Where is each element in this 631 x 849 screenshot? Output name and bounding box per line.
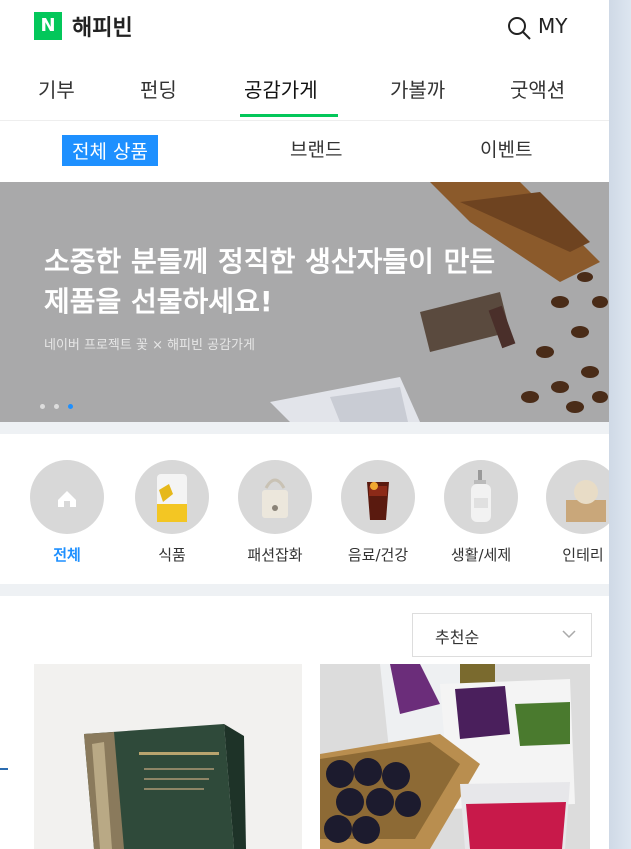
section-divider [0, 584, 609, 596]
tab-goodaction[interactable]: 굿액션 [510, 74, 565, 103]
tab-visit[interactable]: 가볼까 [390, 74, 445, 103]
subtab-all-products[interactable]: 전체 상품 [62, 135, 158, 166]
left-edge-marker [0, 768, 8, 770]
app-screen: N 해피빈 MY 기부 펀딩 공감가게 가볼까 굿액션 전체 상품 브랜드 이벤… [0, 0, 609, 849]
drink-icon [341, 460, 415, 534]
banner-subtext: 네이버 프로젝트 꽃 × 해피빈 공감가게 [44, 338, 255, 353]
app-title[interactable]: 해피빈 [72, 10, 133, 42]
sub-tabs: 전체 상품 브랜드 이벤트 [0, 121, 609, 181]
category-food[interactable]: 식품 [127, 460, 217, 565]
bag-icon [238, 460, 312, 534]
home-icon [30, 460, 104, 534]
category-label: 음료/건강 [347, 546, 409, 564]
sort-selected: 추천순 [435, 628, 480, 647]
product-image-gift-box [34, 664, 302, 849]
product-image-grape-juice [320, 664, 590, 849]
detergent-icon [444, 460, 518, 534]
food-icon [135, 460, 209, 534]
section-divider [0, 422, 609, 434]
active-tab-indicator [240, 114, 338, 117]
interior-icon [546, 460, 609, 534]
subtab-brand[interactable]: 브랜드 [290, 135, 342, 162]
sort-dropdown[interactable]: 추천순 [412, 613, 592, 657]
my-page-link[interactable]: MY [538, 14, 567, 38]
carousel-dot[interactable] [54, 404, 60, 409]
category-label: 패션잡화 [247, 546, 303, 564]
subtab-event[interactable]: 이벤트 [480, 135, 532, 162]
category-living[interactable]: 생활/세제 [436, 460, 526, 565]
category-drinks[interactable]: 음료/건강 [333, 460, 423, 565]
category-label: 식품 [158, 546, 186, 564]
banner-headline: 소중한 분들께 정직한 생산자들이 만든 제품을 선물하세요! [44, 245, 496, 318]
carousel-dot-active[interactable] [68, 404, 74, 409]
window-edge [609, 0, 631, 849]
tab-donate[interactable]: 기부 [38, 74, 75, 103]
product-card[interactable] [34, 664, 302, 849]
promo-banner[interactable]: 소중한 분들께 정직한 생산자들이 만든 제품을 선물하세요! 네이버 프로젝트… [0, 182, 609, 422]
category-list: 전체 식품 패션잡화 음료/건강 생활/세제 인테리 [0, 434, 609, 584]
tab-funding[interactable]: 펀딩 [140, 74, 177, 103]
naver-logo[interactable]: N [34, 12, 62, 40]
top-header: N 해피빈 MY [0, 0, 609, 54]
category-label: 전체 [53, 546, 81, 564]
carousel-indicators[interactable] [40, 394, 77, 413]
category-interior[interactable]: 인테리 [538, 460, 609, 565]
product-card[interactable] [320, 664, 590, 849]
search-icon[interactable] [505, 14, 533, 42]
category-label: 생활/세제 [450, 546, 512, 564]
tab-store[interactable]: 공감가게 [244, 74, 318, 103]
main-tabs: 기부 펀딩 공감가게 가볼까 굿액션 [0, 60, 609, 121]
carousel-dot[interactable] [40, 404, 45, 409]
chevron-down-icon [562, 630, 576, 639]
category-fashion[interactable]: 패션잡화 [230, 460, 320, 565]
category-all[interactable]: 전체 [22, 460, 112, 565]
category-label: 인테리 [562, 546, 604, 564]
